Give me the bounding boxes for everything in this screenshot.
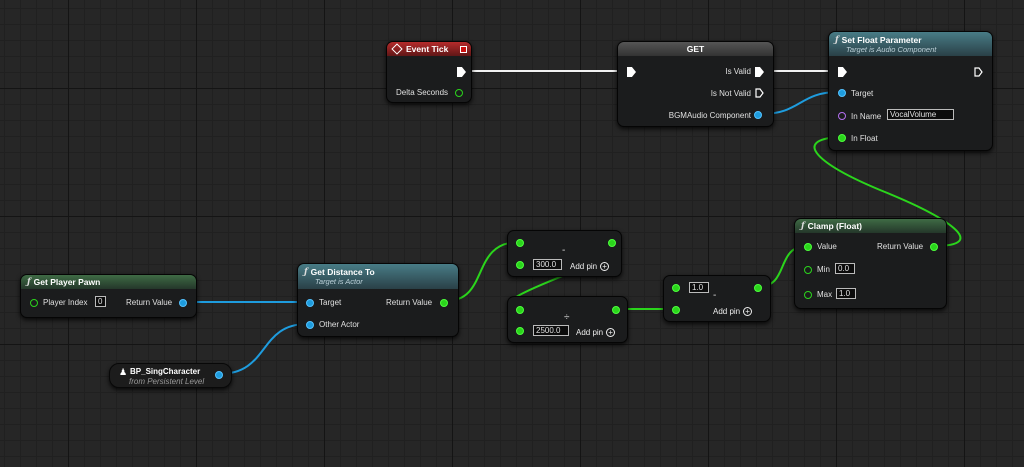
clamp-max-label: Max — [817, 290, 833, 299]
set-float-header[interactable]: ƒ Set Float Parameter Target is Audio Co… — [829, 32, 992, 56]
event-tick-node[interactable]: Event Tick Delta Seconds — [386, 41, 472, 103]
clamp-min-pin[interactable] — [804, 266, 812, 274]
set-float-exec-out[interactable] — [974, 67, 983, 77]
clamp-value-pin[interactable] — [804, 243, 812, 251]
bgm-pin[interactable] — [754, 111, 762, 119]
clamp-value-label: Value — [817, 242, 837, 251]
event-tick-title: Event Tick — [406, 44, 449, 54]
set-float-subtitle: Target is Audio Component — [846, 44, 937, 54]
event-tick-header[interactable]: Event Tick — [387, 42, 471, 56]
divide-out-pin[interactable] — [612, 306, 620, 314]
is-not-valid-label: Is Not Valid — [710, 89, 751, 98]
plus-icon: + — [606, 328, 616, 338]
pawn-return-pin[interactable] — [179, 299, 187, 307]
function-icon: ƒ — [801, 221, 805, 231]
one-minus-in-b-pin[interactable] — [672, 306, 680, 314]
is-valid-label: Is Valid — [725, 67, 751, 76]
clamp-min-field[interactable]: 0.0 — [835, 263, 855, 274]
get-player-pawn-header[interactable]: ƒ Get Player Pawn — [21, 275, 196, 289]
set-float-exec-in[interactable] — [838, 67, 847, 77]
clamp-return-pin[interactable] — [930, 243, 938, 251]
bgm-label: BGMAudio Component — [668, 111, 751, 120]
subtract-in-a-pin[interactable] — [516, 239, 524, 247]
divide-operator: ÷ — [564, 312, 570, 323]
bp-sing-pin[interactable] — [215, 371, 223, 379]
player-index-field[interactable]: 0 — [95, 296, 106, 307]
clamp-min-label: Min — [817, 265, 830, 274]
delta-seconds-pin[interactable] — [455, 89, 463, 97]
function-icon: ƒ — [27, 277, 31, 287]
get-distance-subtitle: Target is Actor — [315, 277, 363, 286]
event-tick-exec-out[interactable] — [457, 67, 466, 77]
subtract-operator: - — [562, 245, 566, 256]
one-minus-value-field[interactable]: 1.0 — [689, 282, 709, 293]
delta-seconds-label: Delta Seconds — [396, 88, 449, 97]
set-float-node[interactable]: ƒ Set Float Parameter Target is Audio Co… — [828, 31, 993, 151]
pawn-return-label: Return Value — [126, 298, 173, 307]
get-distance-header[interactable]: ƒ Get Distance To Target is Actor — [298, 264, 458, 289]
divide-add-pin[interactable]: Add pin + — [576, 328, 616, 338]
is-not-valid-exec-out[interactable] — [755, 88, 764, 98]
wire-bp-other — [218, 323, 308, 375]
other-actor-pin[interactable] — [306, 321, 314, 329]
set-float-target-pin[interactable] — [838, 89, 846, 97]
is-valid-exec-out[interactable] — [755, 67, 764, 77]
function-icon: ƒ — [835, 34, 839, 45]
distance-return-pin[interactable] — [440, 299, 448, 307]
event-icon — [391, 43, 403, 55]
subtract-add-pin[interactable]: Add pin + — [570, 262, 610, 272]
divide-in-b-pin[interactable] — [516, 327, 524, 335]
in-name-label: In Name — [851, 112, 882, 121]
clamp-node[interactable]: ƒ Clamp (Float) Value Return Value Min 0… — [794, 218, 947, 309]
get-header[interactable]: GET — [618, 42, 773, 56]
distance-return-label: Return Value — [386, 298, 433, 307]
in-name-field[interactable]: VocalVolume — [887, 109, 954, 120]
in-float-label: In Float — [851, 134, 878, 143]
divide-in-a-pin[interactable] — [516, 306, 524, 314]
bp-sing-subtitle: from Persistent Level — [129, 377, 205, 386]
subtract-node[interactable]: - 300.0 Add pin + — [507, 230, 622, 277]
delegate-icon[interactable] — [460, 45, 467, 53]
clamp-max-pin[interactable] — [804, 291, 812, 299]
get-distance-node[interactable]: ƒ Get Distance To Target is Actor Target… — [297, 263, 459, 337]
bp-sing-character-node[interactable]: ♟ BP_SingCharacter from Persistent Level — [109, 363, 232, 388]
in-float-pin[interactable] — [838, 134, 846, 142]
subtract-out-pin[interactable] — [608, 239, 616, 247]
subtract-value-field[interactable]: 300.0 — [533, 259, 562, 270]
distance-target-label: Target — [319, 298, 342, 307]
clamp-title: Clamp (Float) — [807, 221, 862, 231]
get-distance-title: Get Distance To — [310, 267, 375, 277]
subtract-in-b-pin[interactable] — [516, 261, 524, 269]
other-actor-label: Other Actor — [319, 320, 360, 329]
plus-icon: + — [600, 262, 610, 272]
bp-sing-title: BP_SingCharacter — [130, 367, 201, 376]
player-index-label: Player Index — [43, 298, 88, 307]
one-minus-out-pin[interactable] — [754, 284, 762, 292]
clamp-max-field[interactable]: 1.0 — [836, 288, 856, 299]
set-float-target-label: Target — [851, 89, 874, 98]
plus-icon: + — [743, 307, 753, 317]
one-minus-operator: - — [713, 290, 717, 301]
set-float-title: Set Float Parameter — [841, 34, 922, 45]
in-name-pin[interactable] — [838, 112, 846, 120]
one-minus-add-pin[interactable]: Add pin + — [713, 307, 753, 317]
divide-node[interactable]: ÷ 2500.0 Add pin + — [507, 296, 628, 343]
clamp-header[interactable]: ƒ Clamp (Float) — [795, 219, 946, 233]
one-minus-in-a-pin[interactable] — [672, 284, 680, 292]
distance-target-pin[interactable] — [306, 299, 314, 307]
function-icon: ƒ — [304, 267, 308, 277]
get-exec-in[interactable] — [627, 67, 636, 77]
get-title: GET — [686, 44, 705, 54]
one-minus-node[interactable]: 1.0 - Add pin + — [663, 275, 771, 322]
clamp-return-label: Return Value — [877, 242, 924, 251]
player-index-pin[interactable] — [30, 299, 38, 307]
get-player-pawn-node[interactable]: ƒ Get Player Pawn Player Index 0 Return … — [20, 274, 197, 318]
actor-icon: ♟ — [119, 367, 128, 377]
divide-value-field[interactable]: 2500.0 — [533, 325, 569, 336]
get-node[interactable]: GET Is Valid Is Not Valid BGMAudio Compo… — [617, 41, 774, 127]
get-player-pawn-title: Get Player Pawn — [33, 277, 101, 287]
